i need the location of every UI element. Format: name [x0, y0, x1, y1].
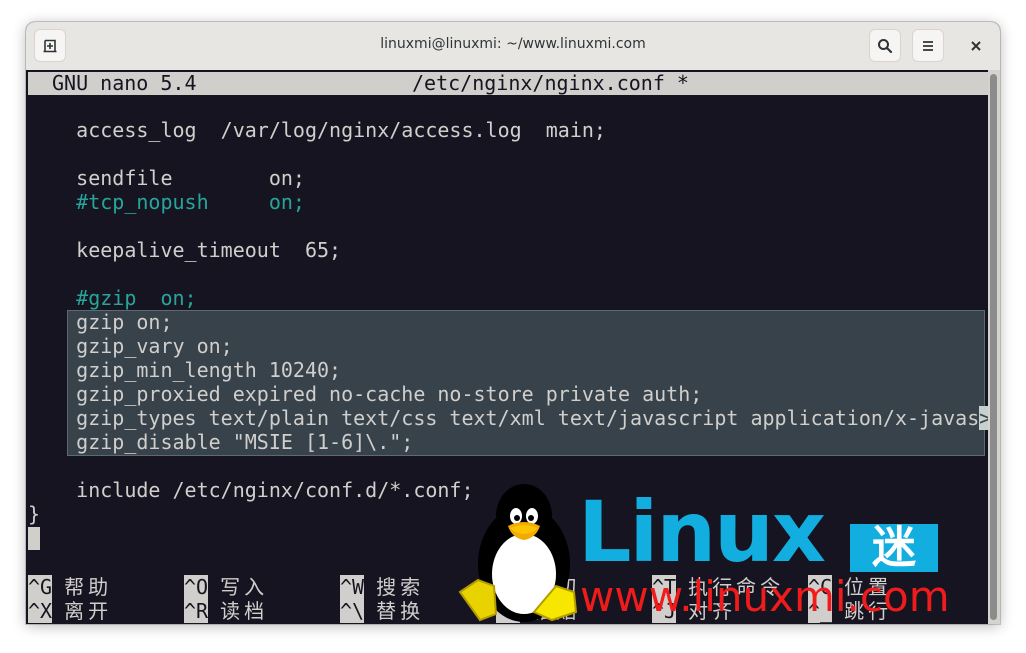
scrollbar-thumb[interactable] [990, 74, 997, 620]
editor-line[interactable]: sendfile on; [28, 166, 305, 190]
editor-line[interactable]: gzip_vary on; [28, 334, 233, 358]
shortcut-label: 跳行 [844, 599, 893, 623]
editor-line[interactable]: gzip_min_length 10240; [28, 358, 341, 382]
shortcut-item: ^X 离开 [28, 599, 112, 623]
shortcut-key: ^O [184, 575, 209, 599]
shortcut-label: 搜索 [376, 575, 425, 599]
shortcut-item: ^\ 替换 [340, 599, 424, 623]
shortcut-label: 剪切 [532, 575, 581, 599]
terminal-window: linuxmi@linuxmi: ~/www.linuxmi.com GNU n… [26, 22, 1000, 624]
close-button[interactable] [966, 36, 986, 56]
editor-line[interactable]: keepalive_timeout 65; [28, 238, 341, 262]
shortcut-key: ^T [652, 575, 677, 599]
nano-title-bar: GNU nano 5.4/etc/nginx/nginx.conf * [28, 72, 988, 95]
shortcut-item: ^W 搜索 [340, 575, 424, 599]
shortcut-item: ^T 执行命令 [652, 575, 784, 599]
shortcut-key: ^K [496, 575, 521, 599]
terminal-content[interactable]: GNU nano 5.4/etc/nginx/nginx.conf * acce… [26, 70, 992, 624]
editor-line[interactable]: gzip on; [28, 310, 172, 334]
text-cursor [28, 527, 40, 550]
hamburger-menu-icon [923, 40, 933, 51]
shortcut-key: ^\ [340, 599, 365, 623]
shortcut-label: 粘贴 [532, 599, 581, 623]
editor-line[interactable]: } [28, 502, 40, 526]
shortcut-key: ^X [28, 599, 53, 623]
shortcut-item: ^U 粘贴 [496, 599, 580, 623]
shortcut-key: ^U [496, 599, 521, 623]
shortcut-label: 替换 [376, 599, 425, 623]
editor-line[interactable]: gzip_types text/plain text/css text/xml … [28, 406, 992, 430]
close-icon [971, 41, 981, 51]
shortcut-label: 读档 [220, 599, 269, 623]
nano-version: GNU nano 5.4 [52, 71, 197, 95]
shortcut-key: ^G [28, 575, 53, 599]
shortcut-label: 离开 [64, 599, 113, 623]
menu-button[interactable] [912, 29, 944, 62]
shortcut-label: 位置 [844, 575, 893, 599]
shortcut-item: ^G 帮助 [28, 575, 112, 599]
search-icon [878, 38, 893, 53]
shortcut-key: ^_ [808, 599, 833, 623]
window-title: linuxmi@linuxmi: ~/www.linuxmi.com [380, 36, 646, 52]
shortcut-label: 对齐 [688, 599, 737, 623]
shortcut-item: ^C 位置 [808, 575, 892, 599]
shortcut-key: ^R [184, 599, 209, 623]
shortcut-item: ^_ 跳行 [808, 599, 892, 623]
editor-line[interactable]: gzip_disable "MSIE [1-6]\."; [28, 430, 413, 454]
shortcut-item: ^K 剪切 [496, 575, 580, 599]
shortcut-item: ^O 写入 [184, 575, 268, 599]
shortcut-key: ^C [808, 575, 833, 599]
shortcut-label: 写入 [220, 575, 269, 599]
shortcut-label: 执行命令 [688, 575, 785, 599]
editor-line[interactable]: gzip_proxied expired no-cache no-store p… [28, 382, 702, 406]
editor-line[interactable]: access_log /var/log/nginx/access.log mai… [28, 118, 606, 142]
editor-line-text: gzip_types text/plain text/css text/xml … [28, 406, 980, 430]
editor-line[interactable]: include /etc/nginx/conf.d/*.conf; [28, 478, 473, 502]
shortcut-key: ^J [652, 599, 677, 623]
nano-filename: /etc/nginx/nginx.conf * [412, 71, 689, 95]
editor-line[interactable]: #gzip on; [28, 286, 196, 310]
shortcut-label: 帮助 [64, 575, 113, 599]
editor-line[interactable]: #tcp_nopush on; [28, 190, 305, 214]
search-button[interactable] [869, 29, 901, 62]
shortcut-key: ^W [340, 575, 365, 599]
shortcut-item: ^R 读档 [184, 599, 268, 623]
shortcut-item: ^J 对齐 [652, 599, 736, 623]
titlebar: linuxmi@linuxmi: ~/www.linuxmi.com [26, 22, 1000, 71]
